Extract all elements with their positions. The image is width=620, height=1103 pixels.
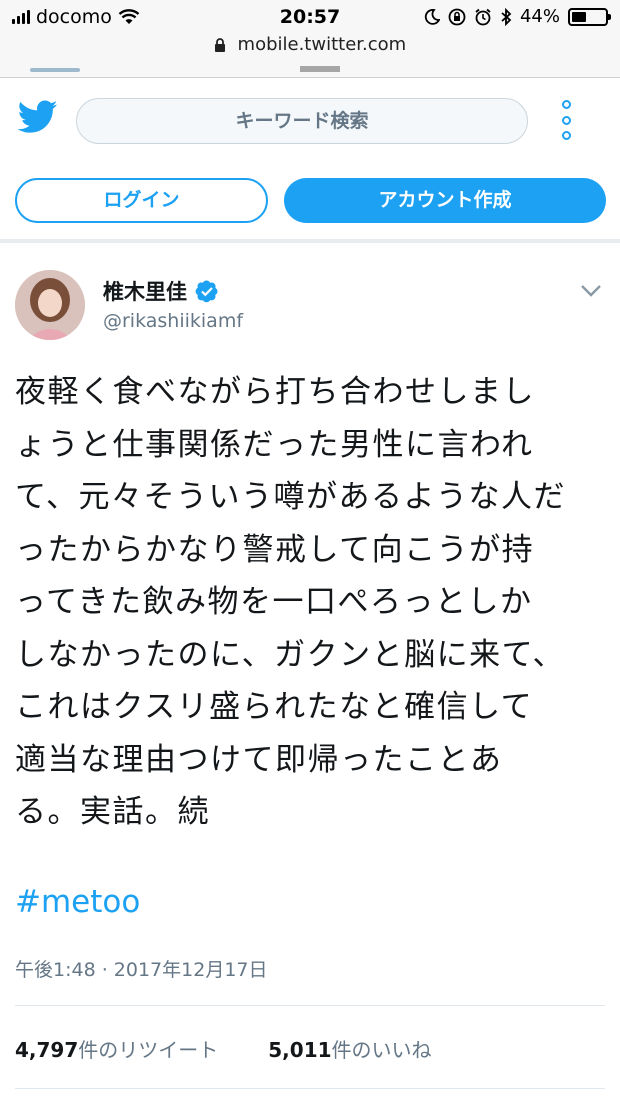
scrolled-content-sliver: [0, 64, 620, 78]
like-stat[interactable]: 5,011件のいいね: [268, 1034, 431, 1063]
tweet-text-line: 夜軽く食べながら打ち合わせしまし: [15, 374, 535, 410]
verified-badge-icon: [195, 280, 218, 303]
like-label: 件のいいね: [331, 1038, 432, 1062]
login-button[interactable]: ログイン: [15, 178, 268, 223]
chevron-down-icon[interactable]: [580, 284, 602, 298]
divider: [15, 1005, 605, 1006]
status-icons: 44%: [424, 6, 611, 27]
avatar[interactable]: [15, 270, 85, 340]
lock-icon: [214, 37, 225, 52]
avatar-image: [15, 270, 85, 340]
retweet-label: 件のリツイート: [78, 1038, 219, 1062]
battery-percent: 44%: [519, 6, 560, 27]
tweet-text-line: て、元々そういう噂があるような人だ: [15, 479, 566, 515]
author-name-text: 椎木里佳: [103, 280, 187, 304]
like-count: 5,011: [268, 1038, 332, 1062]
divider: [15, 1088, 605, 1089]
url-bar[interactable]: mobile.twitter.com: [0, 34, 620, 64]
twitter-header: キーワード検索 ログイン アカウント作成: [0, 78, 620, 243]
hashtag-link[interactable]: #metoo: [15, 884, 140, 920]
battery-icon: [568, 7, 611, 26]
status-bar: docomo 20:57 44%: [0, 0, 620, 34]
author-handle[interactable]: @rikashiikiamf: [103, 310, 243, 332]
tweet-text: 夜軽く食べながら打ち合わせしまし ょうと仕事関係だった男性に言われ て、元々そう…: [15, 366, 605, 839]
bluetooth-icon: [501, 7, 512, 26]
search-input[interactable]: キーワード検索: [76, 98, 528, 144]
tweet-text-line: しなかったのに、ガクンと脳に来て、: [15, 636, 566, 673]
twitter-bird-icon[interactable]: [18, 100, 58, 134]
more-options-icon[interactable]: [558, 100, 574, 140]
tweet-stats: 4,797件のリツイート 5,011件のいいね: [15, 1034, 432, 1063]
retweet-count: 4,797: [15, 1038, 79, 1062]
tweet-text-line: ったからかなり警戒して向こうが持: [15, 531, 535, 568]
tweet-text-line: 適当な理由つけて即帰ったことあ: [15, 741, 503, 778]
alarm-icon: [475, 8, 491, 25]
tweet-timestamp[interactable]: 午後1:48 · 2017年12月17日: [15, 955, 268, 982]
tweet-text-line: これはクスリ盛られたなと確信して: [15, 689, 534, 725]
retweet-stat[interactable]: 4,797件のリツイート: [15, 1034, 218, 1063]
tweet-text-line: る。実話。続: [15, 794, 210, 830]
moon-icon: [424, 8, 440, 25]
signup-button[interactable]: アカウント作成: [284, 178, 606, 223]
battery-level: [572, 11, 587, 22]
rotation-lock-icon: [448, 8, 466, 25]
tweet-text-line: ってきた飲み物を一口ぺろっとしか: [15, 584, 533, 620]
url-text: mobile.twitter.com: [237, 34, 407, 55]
tweet-text-line: ょうと仕事関係だった男性に言われ: [15, 426, 534, 463]
author-name[interactable]: 椎木里佳: [103, 276, 219, 306]
